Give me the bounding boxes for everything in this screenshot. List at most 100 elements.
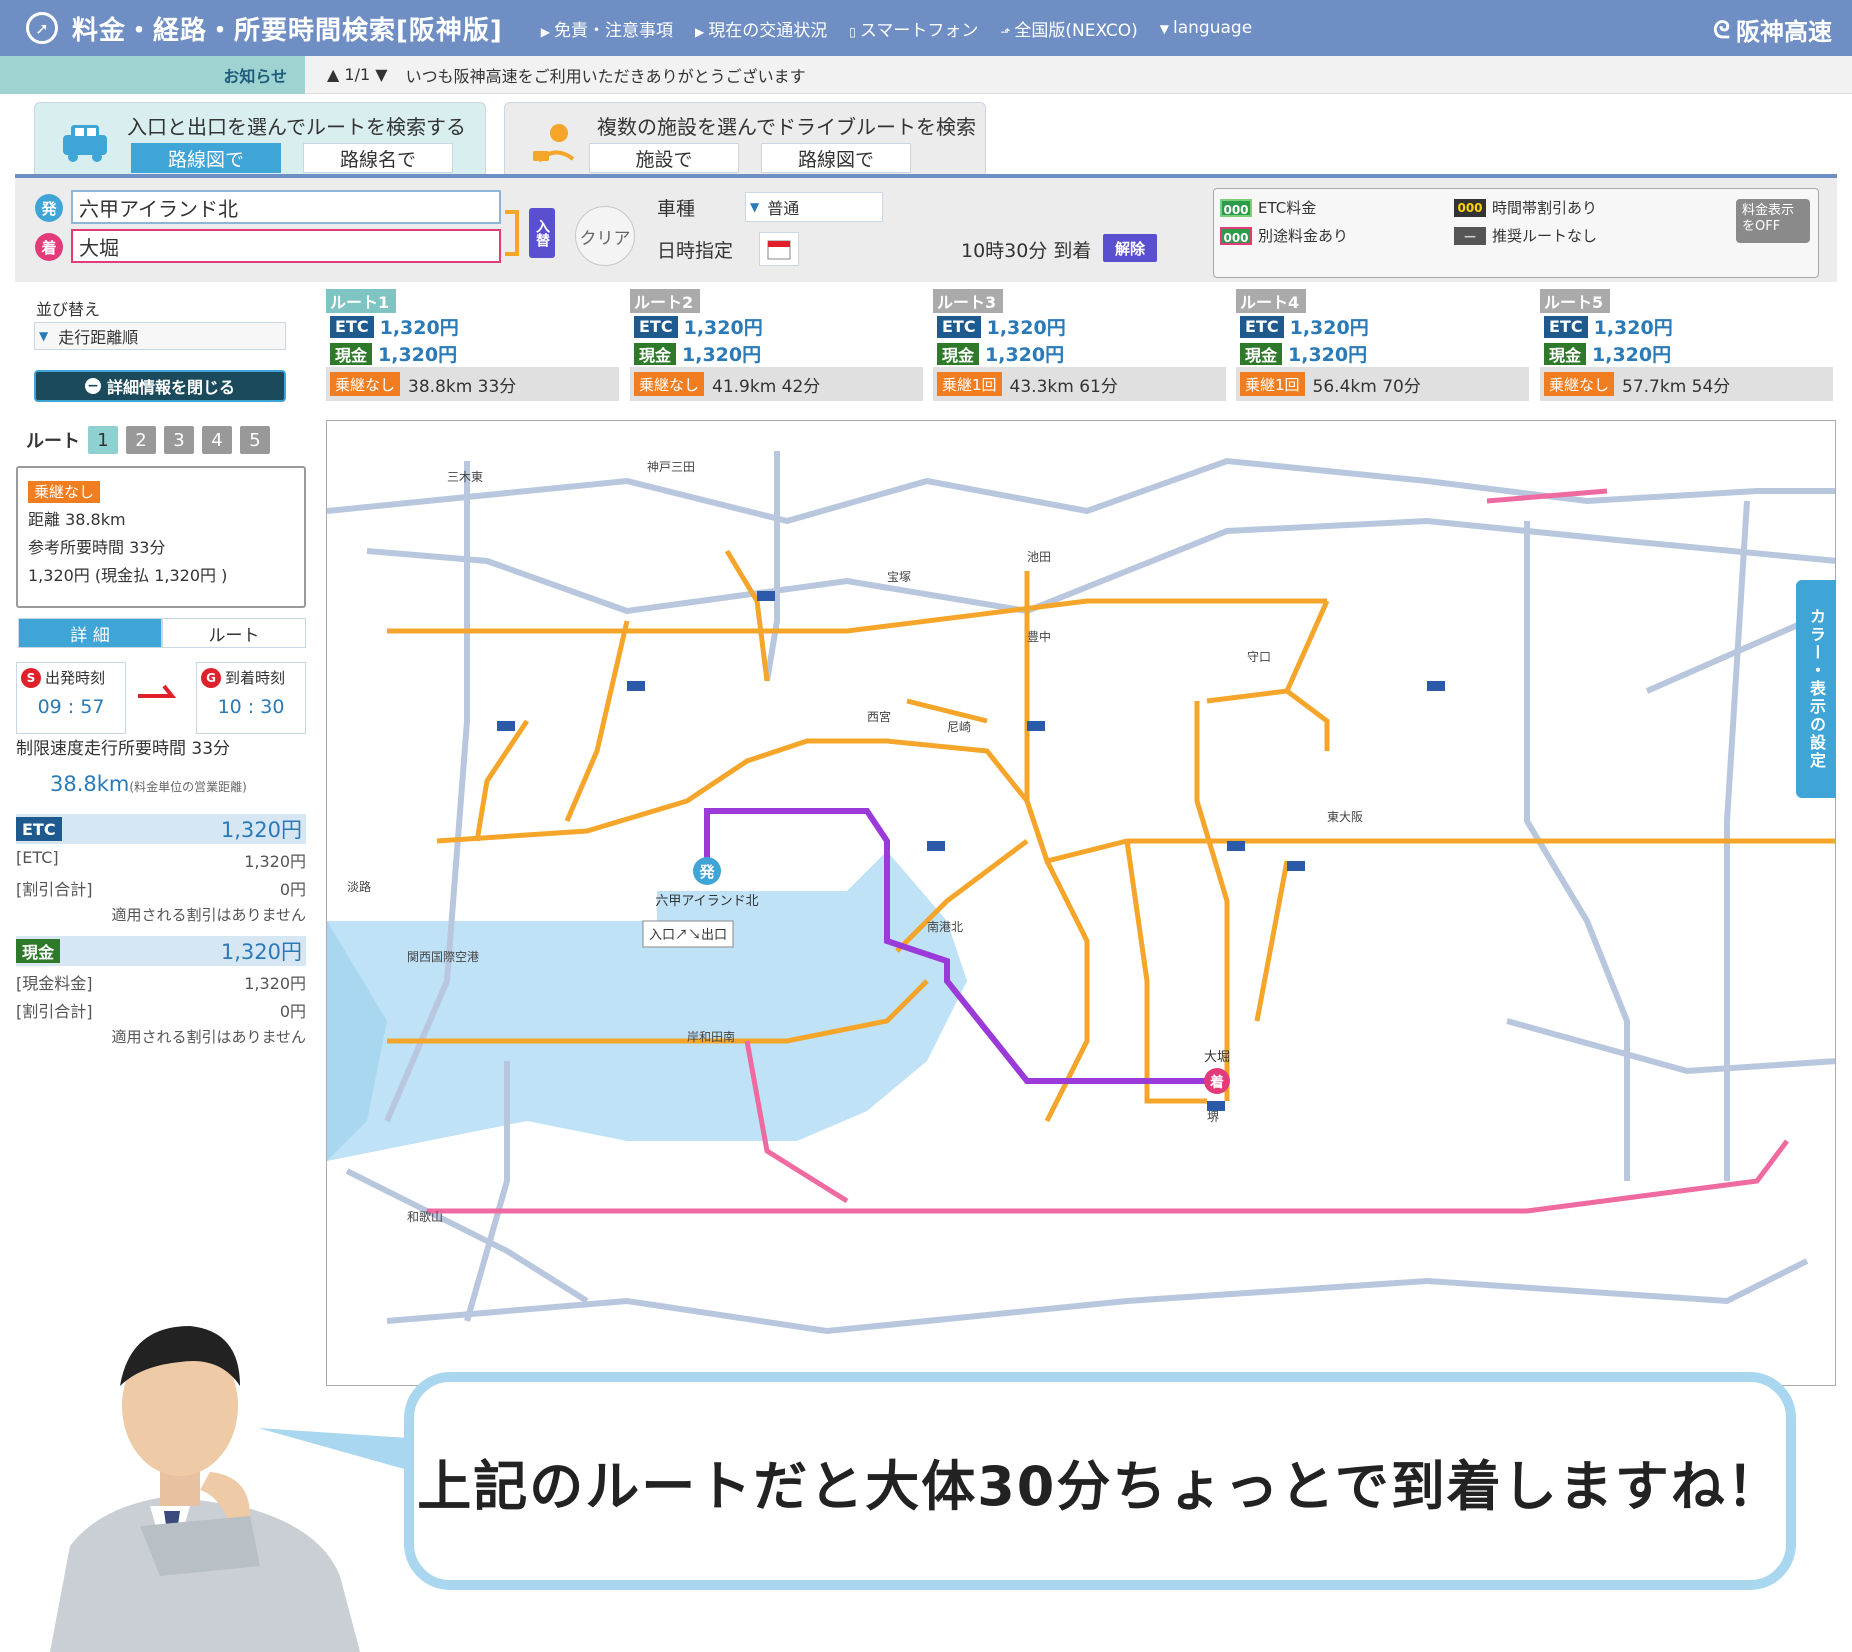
- sort-select[interactable]: ▼ 走行距離順: [34, 322, 286, 350]
- search-panel: 発 六甲アイランド北 着 大堀 入替 クリア 車種 ▼ 普通 日時指定 10時3…: [15, 178, 1837, 282]
- tab-detail[interactable]: 詳 細: [18, 618, 162, 648]
- mode-entry-exit[interactable]: 入口と出口を選んでルートを検索する 路線図で 路線名で: [34, 102, 486, 174]
- tab-route[interactable]: ルート: [162, 618, 306, 648]
- car-icon: [63, 125, 107, 162]
- summary-fee: 1,320円 (現金払 1,320円 ): [28, 566, 228, 585]
- cash-discount-row: [割引合計] 0円: [16, 1002, 306, 1021]
- mode-drive[interactable]: 複数の施設を選んでドライブルートを検索 施設で 路線図で: [504, 102, 986, 174]
- datetime-label: 日時指定: [657, 240, 734, 262]
- road-icon: ⬏: [1000, 24, 1011, 39]
- minus-icon: −: [84, 378, 101, 394]
- smartphone-icon: ▯: [849, 24, 856, 39]
- swap-bracket-icon: [505, 210, 519, 256]
- chevron-down-icon: ▼: [750, 200, 760, 214]
- legend-no-recommend-swatch: —: [1454, 226, 1486, 245]
- etc-row: [ETC] 1,320円: [16, 848, 306, 871]
- notice-pager: ▲ 1/1 ▼: [327, 65, 388, 84]
- etc-total: 1,320円: [220, 818, 302, 842]
- next-arrow-icon[interactable]: ▼: [375, 65, 387, 84]
- tab-by-route-name[interactable]: 路線名で: [303, 143, 453, 173]
- prev-arrow-icon[interactable]: ▲: [327, 65, 339, 84]
- calendar-icon[interactable]: [759, 232, 799, 266]
- route-card-3[interactable]: ルート3 ETC 1,320円 現金 1,320円 乗継1回 43.3km 61分: [933, 289, 1226, 407]
- cash-badge: 現金: [16, 939, 61, 963]
- svg-text:堺: 堺: [1207, 1110, 1219, 1124]
- cash-discount-note: 適用される割引はありません: [111, 1028, 306, 1046]
- staff-person-illustration: [50, 1326, 360, 1652]
- destination-field[interactable]: 大堀: [71, 229, 501, 263]
- origin-badge: 発: [35, 194, 63, 222]
- arrive-time: 10 : 30: [217, 696, 285, 718]
- arrow-right-icon: [138, 684, 177, 698]
- tab-by-map[interactable]: 路線図で: [131, 143, 281, 173]
- origin-field[interactable]: 六甲アイランド北: [71, 190, 501, 224]
- svg-text:和歌山: 和歌山: [407, 1209, 443, 1224]
- depart-time: 09 : 57: [37, 696, 105, 718]
- svg-text:豊中: 豊中: [1027, 629, 1051, 644]
- detail-tabs: 詳 細 ルート: [18, 618, 306, 648]
- goal-marker: 着: [1204, 1068, 1230, 1094]
- app-header: ➚ 料金・経路・所要時間検索[阪神版] ▶ 免責・注意事項 ▶ 現在の交通状況 ▯ ス…: [0, 0, 1852, 56]
- route-card-1[interactable]: ルート1 ETC 1,320円 現金 1,320円 乗継なし 38.8km 33分: [326, 289, 619, 407]
- legend-discount-swatch: 000: [1454, 198, 1486, 217]
- nav-language[interactable]: ▼ language: [1160, 18, 1252, 38]
- cancel-time-button[interactable]: 解除: [1103, 234, 1157, 262]
- vehicle-select[interactable]: ▼ 普通: [745, 192, 883, 222]
- mode-drive-title: 複数の施設を選んでドライブルートを検索: [597, 115, 976, 139]
- svg-text:三木東: 三木東: [447, 470, 483, 484]
- mode-entry-exit-title: 入口と出口を選んでルートを検索する: [127, 115, 466, 139]
- drive-route-icon: [533, 124, 575, 163]
- vehicle-label: 車種: [657, 198, 696, 220]
- cash-total: 1,320円: [220, 940, 302, 964]
- color-settings-tab[interactable]: カラー・表示の設定: [1796, 580, 1836, 798]
- route-number-2[interactable]: 2: [126, 426, 156, 454]
- svg-text:発: 発: [698, 863, 715, 881]
- route-number-1[interactable]: 1: [88, 426, 118, 454]
- notice-label: お知らせ: [0, 55, 305, 94]
- svg-text:南港北: 南港北: [927, 919, 963, 934]
- etc-badge: ETC: [16, 817, 62, 841]
- nav-traffic[interactable]: ▶ 現在の交通状況: [695, 16, 827, 41]
- svg-text:着: 着: [1209, 1074, 1224, 1090]
- triangle-icon: ▶: [540, 24, 551, 39]
- goal-icon: G: [201, 667, 221, 688]
- nav-disclaimer[interactable]: ▶ 免責・注意事項: [541, 16, 673, 41]
- chevron-down-icon: ▼: [1159, 22, 1170, 36]
- swap-button[interactable]: 入替: [529, 208, 555, 258]
- total-distance: 38.8km(料金単位の営業距離): [50, 772, 247, 796]
- triangle-icon: ▶: [695, 24, 705, 39]
- route-number-5[interactable]: 5: [240, 426, 270, 454]
- transfer-tag: 乗継なし: [28, 481, 101, 503]
- map-legend: 000 ETC料金 000 別途料金あり 000 時間帯割引あり — 推奨ルートなし 料…: [1213, 188, 1819, 278]
- nav-nexco[interactable]: ⬏ 全国版(NEXCO): [1000, 16, 1137, 41]
- arrive-time-box: G 到着時刻 10 : 30: [196, 662, 306, 734]
- speed-limit-time: 制限速度走行所要時間 33分: [16, 739, 231, 759]
- app-title: 料金・経路・所要時間検索[阪神版]: [72, 15, 503, 46]
- calendar-glyph: [767, 240, 791, 260]
- clear-button[interactable]: クリア: [575, 206, 635, 266]
- route-card-5[interactable]: ルート5 ETC 1,320円 現金 1,320円 乗継なし 57.7km 54分: [1540, 289, 1833, 407]
- svg-text:西宮: 西宮: [867, 709, 891, 724]
- time-panel: S 出発時刻 09 : 57 G 到着時刻 10 : 30: [16, 662, 306, 734]
- route-card-4[interactable]: ルート4 ETC 1,320円 現金 1,320円 乗継1回 56.4km 70分: [1236, 289, 1529, 407]
- legend-separate-swatch: 000: [1220, 226, 1252, 245]
- svg-text:関西国際空港: 関西国際空港: [407, 950, 479, 964]
- route-map-svg[interactable]: 発 六甲アイランド北 着 大堀 入口↗↘出口 神戸三田 三木東 西宮 尼崎 南港…: [327, 421, 1836, 1386]
- route-map[interactable]: 発 六甲アイランド北 着 大堀 入口↗↘出口 神戸三田 三木東 西宮 尼崎 南港…: [326, 420, 1836, 1386]
- nav-smartphone[interactable]: ▯ スマートフォン: [849, 16, 978, 41]
- svg-text:神戸三田: 神戸三田: [647, 460, 695, 474]
- speech-bubble: 上記のルートだと大体30分ちょっとで到着しますね！: [404, 1372, 1796, 1590]
- tab-by-facility[interactable]: 施設で: [589, 143, 739, 173]
- fee-display-off-button[interactable]: 料金表示をOFF: [1736, 199, 1810, 243]
- close-detail-button[interactable]: − 詳細情報を閉じる: [34, 370, 286, 402]
- tab-drive-by-map[interactable]: 路線図で: [761, 143, 911, 173]
- sort-label: 並び替え: [36, 300, 101, 319]
- route-card-2[interactable]: ルート2 ETC 1,320円 現金 1,320円 乗継なし 41.9km 42分: [630, 289, 923, 407]
- svg-text:岸和田南: 岸和田南: [687, 1029, 735, 1044]
- start-icon: S: [21, 667, 41, 688]
- arrival-time: 10時30分 到着: [961, 240, 1092, 262]
- cash-fee-header: 現金 1,320円: [16, 936, 306, 966]
- route-number-3[interactable]: 3: [164, 426, 194, 454]
- route-number-4[interactable]: 4: [202, 426, 232, 454]
- svg-text:尼崎: 尼崎: [947, 720, 971, 734]
